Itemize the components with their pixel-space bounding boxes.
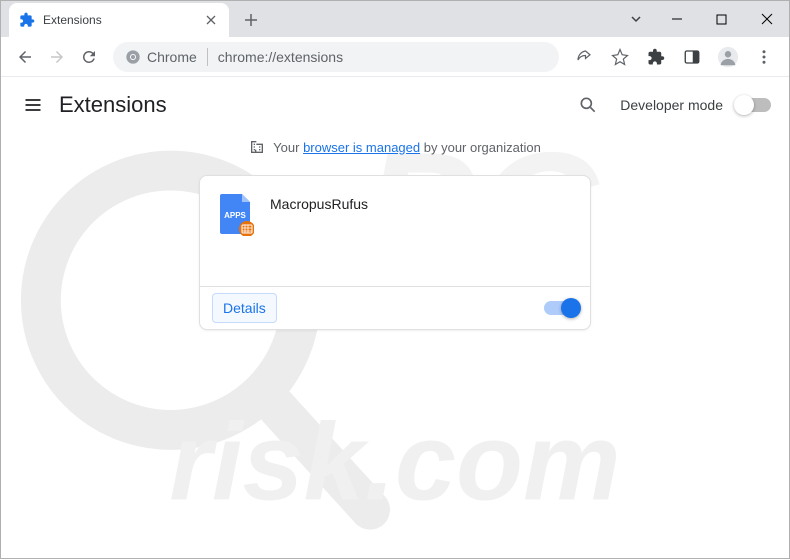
url-text: chrome://extensions [218,49,547,65]
new-tab-button[interactable] [237,6,265,34]
bookmark-button[interactable] [603,41,637,73]
extensions-button[interactable] [639,41,673,73]
site-identity-chip[interactable]: Chrome [125,48,208,66]
profile-button[interactable] [711,41,745,73]
developer-mode-toggle[interactable] [737,98,771,112]
chrome-icon [125,49,141,65]
address-bar[interactable]: Chrome chrome://extensions [113,42,559,72]
share-button[interactable] [567,41,601,73]
close-window-button[interactable] [744,4,789,34]
details-button[interactable]: Details [212,293,277,323]
tab-search-button[interactable] [618,4,654,34]
svg-text:APPS: APPS [224,211,246,220]
extension-icon: APPS [218,194,254,230]
page-title: Extensions [59,92,167,118]
developer-mode-label: Developer mode [620,97,723,113]
organization-icon [249,139,265,155]
extensions-header: Extensions Developer mode [1,77,789,133]
forward-button[interactable] [41,41,73,73]
managed-text-prefix: Your [273,140,299,155]
reload-button[interactable] [73,41,105,73]
managed-banner: Your browser is managed by your organiza… [1,139,789,155]
browser-tab[interactable]: Extensions [9,3,229,37]
back-button[interactable] [9,41,41,73]
extension-name: MacropusRufus [270,196,368,212]
managed-text-suffix: by your organization [424,140,541,155]
extension-enable-toggle[interactable] [544,301,578,315]
main-menu-button[interactable] [13,85,53,125]
search-button[interactable] [570,87,606,123]
browser-toolbar: Chrome chrome://extensions [1,37,789,77]
maximize-button[interactable] [699,4,744,34]
managed-link[interactable]: browser is managed [303,140,420,155]
puzzle-icon [19,12,35,28]
minimize-button[interactable] [654,4,699,34]
window-titlebar: Extensions [1,1,789,37]
extension-card: APPS MacropusRufus Details [199,175,591,330]
tab-close-button[interactable] [203,12,219,28]
tab-title: Extensions [43,13,195,27]
site-chip-label: Chrome [147,49,197,65]
chrome-menu-button[interactable] [747,41,781,73]
page-content: Extensions Developer mode Your browser i… [1,77,789,560]
side-panel-button[interactable] [675,41,709,73]
